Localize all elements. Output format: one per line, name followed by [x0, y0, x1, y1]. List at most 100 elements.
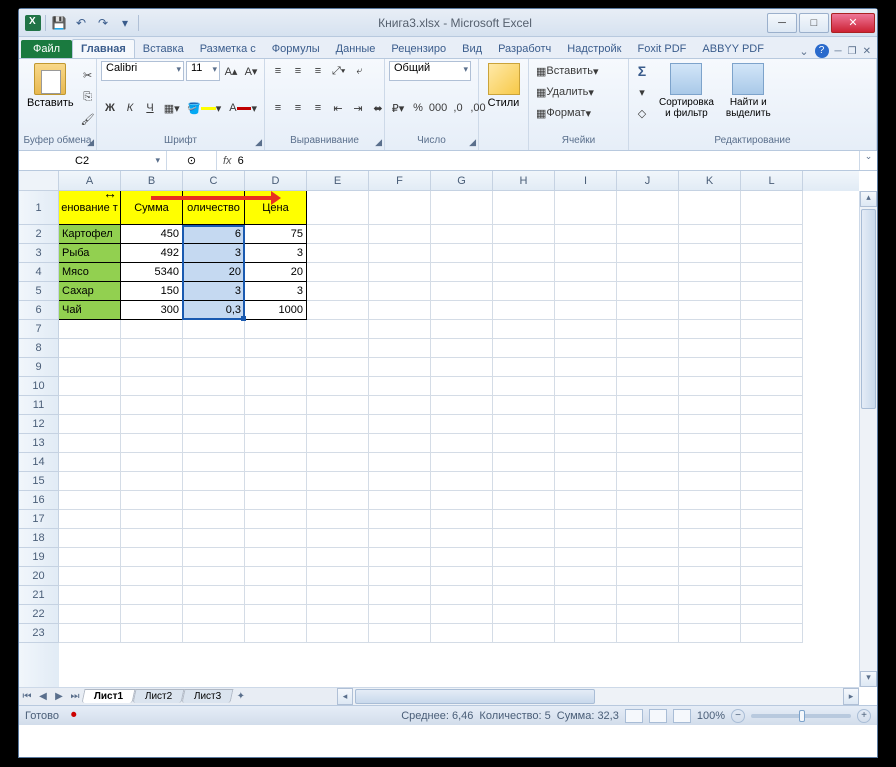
- tab-insert[interactable]: Вставка: [135, 40, 192, 58]
- cell-C16[interactable]: [183, 491, 245, 510]
- cell-L17[interactable]: [741, 510, 803, 529]
- cell-J4[interactable]: [617, 263, 679, 282]
- autosum-button[interactable]: Σ: [633, 61, 651, 81]
- cell-H18[interactable]: [493, 529, 555, 548]
- cell-H14[interactable]: [493, 453, 555, 472]
- font-size-combo[interactable]: 11: [186, 61, 220, 81]
- cell-A22[interactable]: [59, 605, 121, 624]
- cell-G14[interactable]: [431, 453, 493, 472]
- minimize-ribbon-icon[interactable]: ⌄: [799, 45, 808, 58]
- cell-J21[interactable]: [617, 586, 679, 605]
- doc-close-icon[interactable]: ✕: [863, 46, 871, 57]
- cell-F12[interactable]: [369, 415, 431, 434]
- row-header-22[interactable]: 22: [19, 605, 59, 624]
- row-header-21[interactable]: 21: [19, 586, 59, 605]
- cell-L15[interactable]: [741, 472, 803, 491]
- cell-D7[interactable]: [245, 320, 307, 339]
- row-header-15[interactable]: 15: [19, 472, 59, 491]
- cell-H12[interactable]: [493, 415, 555, 434]
- cell-I16[interactable]: [555, 491, 617, 510]
- cell-J7[interactable]: [617, 320, 679, 339]
- tab-developer[interactable]: Разработч: [490, 40, 559, 58]
- cell-L5[interactable]: [741, 282, 803, 301]
- cell-D17[interactable]: [245, 510, 307, 529]
- cell-K17[interactable]: [679, 510, 741, 529]
- formula-input[interactable]: 6: [238, 155, 244, 167]
- cell-G10[interactable]: [431, 377, 493, 396]
- cell-I23[interactable]: [555, 624, 617, 643]
- row-header-10[interactable]: 10: [19, 377, 59, 396]
- horizontal-scrollbar[interactable]: ◂ ▸: [337, 687, 859, 705]
- tab-page-layout[interactable]: Разметка с: [192, 40, 264, 58]
- cell-K23[interactable]: [679, 624, 741, 643]
- tab-home[interactable]: Главная: [72, 39, 135, 58]
- cell-K4[interactable]: [679, 263, 741, 282]
- cell-D2[interactable]: 75: [245, 225, 307, 244]
- cell-J1[interactable]: [617, 191, 679, 225]
- shrink-font-button[interactable]: A▾: [242, 61, 260, 81]
- cell-I19[interactable]: [555, 548, 617, 567]
- cell-I4[interactable]: [555, 263, 617, 282]
- column-header-G[interactable]: G: [431, 171, 493, 191]
- column-header-I[interactable]: I: [555, 171, 617, 191]
- cell-B7[interactable]: [121, 320, 183, 339]
- cell-C7[interactable]: [183, 320, 245, 339]
- format-cells-button[interactable]: ▦ Формат ▾: [533, 103, 624, 123]
- cell-B8[interactable]: [121, 339, 183, 358]
- cell-I6[interactable]: [555, 301, 617, 320]
- cell-E7[interactable]: [307, 320, 369, 339]
- cell-B23[interactable]: [121, 624, 183, 643]
- cell-F19[interactable]: [369, 548, 431, 567]
- view-page-break-button[interactable]: [673, 709, 691, 723]
- tab-review[interactable]: Рецензиро: [383, 40, 454, 58]
- row-header-3[interactable]: 3: [19, 244, 59, 263]
- cell-H7[interactable]: [493, 320, 555, 339]
- qat-customize-icon[interactable]: ▾: [116, 14, 134, 32]
- cell-I2[interactable]: [555, 225, 617, 244]
- cell-K20[interactable]: [679, 567, 741, 586]
- sheet-nav-first-button[interactable]: ⏮: [19, 691, 35, 702]
- align-center-button[interactable]: ≡: [289, 98, 307, 118]
- cell-B12[interactable]: [121, 415, 183, 434]
- cell-G21[interactable]: [431, 586, 493, 605]
- cell-C14[interactable]: [183, 453, 245, 472]
- column-header-J[interactable]: J: [617, 171, 679, 191]
- comma-button[interactable]: 000: [429, 98, 447, 118]
- qat-save-icon[interactable]: 💾: [50, 14, 68, 32]
- cell-G1[interactable]: [431, 191, 493, 225]
- cell-J12[interactable]: [617, 415, 679, 434]
- row-header-18[interactable]: 18: [19, 529, 59, 548]
- cell-I9[interactable]: [555, 358, 617, 377]
- cell-L9[interactable]: [741, 358, 803, 377]
- cell-D14[interactable]: [245, 453, 307, 472]
- increase-decimal-button[interactable]: ,0: [449, 98, 467, 118]
- formula-expand-icon[interactable]: ⌄: [859, 151, 877, 170]
- cell-D3[interactable]: 3: [245, 244, 307, 263]
- cell-G2[interactable]: [431, 225, 493, 244]
- cell-H16[interactable]: [493, 491, 555, 510]
- cell-A21[interactable]: [59, 586, 121, 605]
- increase-indent-button[interactable]: ⇥: [349, 98, 367, 118]
- cell-H13[interactable]: [493, 434, 555, 453]
- cell-K21[interactable]: [679, 586, 741, 605]
- cell-C15[interactable]: [183, 472, 245, 491]
- cell-B17[interactable]: [121, 510, 183, 529]
- row-header-4[interactable]: 4: [19, 263, 59, 282]
- sheet-nav-next-button[interactable]: ▶: [51, 691, 67, 702]
- row-header-12[interactable]: 12: [19, 415, 59, 434]
- cell-D4[interactable]: 20: [245, 263, 307, 282]
- decrease-indent-button[interactable]: ⇤: [329, 98, 347, 118]
- cell-E2[interactable]: [307, 225, 369, 244]
- cell-E23[interactable]: [307, 624, 369, 643]
- cell-D19[interactable]: [245, 548, 307, 567]
- cell-E19[interactable]: [307, 548, 369, 567]
- cell-A9[interactable]: [59, 358, 121, 377]
- row-header-17[interactable]: 17: [19, 510, 59, 529]
- cell-G16[interactable]: [431, 491, 493, 510]
- cell-B6[interactable]: 300: [121, 301, 183, 320]
- italic-button[interactable]: К: [121, 98, 139, 118]
- cell-K18[interactable]: [679, 529, 741, 548]
- cell-D16[interactable]: [245, 491, 307, 510]
- cell-J18[interactable]: [617, 529, 679, 548]
- cell-E4[interactable]: [307, 263, 369, 282]
